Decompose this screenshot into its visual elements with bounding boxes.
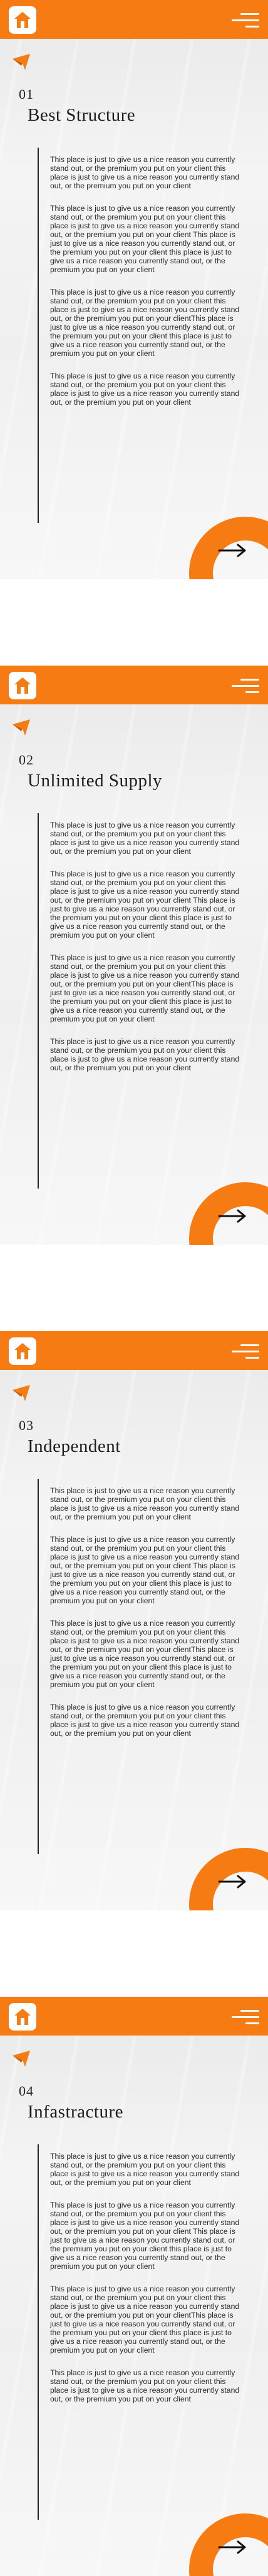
paragraph: This place is just to give us a nice rea… xyxy=(50,953,240,1023)
section-title: Best Structure xyxy=(28,105,136,125)
house-logo-icon[interactable] xyxy=(9,2003,36,2031)
next-arrow-icon[interactable] xyxy=(218,544,247,560)
accent-line xyxy=(38,148,39,523)
paragraph: This place is just to give us a nice rea… xyxy=(50,204,240,274)
next-arrow-icon[interactable] xyxy=(218,1875,247,1892)
paragraph: This place is just to give us a nice rea… xyxy=(50,1486,240,1521)
paragraph: This place is just to give us a nice rea… xyxy=(50,2201,240,2271)
paragraph: This place is just to give us a nice rea… xyxy=(50,870,240,940)
hamburger-menu-icon[interactable] xyxy=(232,11,259,30)
accent-line xyxy=(38,813,39,1189)
hamburger-menu-icon[interactable] xyxy=(232,677,259,696)
section-number: 03 xyxy=(19,1417,34,1433)
paragraph: This place is just to give us a nice rea… xyxy=(50,2152,240,2187)
paragraph: This place is just to give us a nice rea… xyxy=(50,1037,240,1072)
paragraph: This place is just to give us a nice rea… xyxy=(50,155,240,190)
paragraph: This place is just to give us a nice rea… xyxy=(50,372,240,407)
screen-best-structure: 01 Best Structure This place is just to … xyxy=(0,0,268,579)
paragraph: This place is just to give us a nice rea… xyxy=(50,288,240,358)
house-logo-icon[interactable] xyxy=(9,6,36,34)
app-header xyxy=(0,666,268,704)
section-number: 01 xyxy=(19,86,34,102)
screen-unlimited-supply: 02 Unlimited Supply This place is just t… xyxy=(0,666,268,1245)
back-arrow-icon[interactable] xyxy=(11,1384,33,1406)
app-header xyxy=(0,1997,268,2036)
section-number: 02 xyxy=(19,752,34,768)
paragraph: This place is just to give us a nice rea… xyxy=(50,1703,240,1738)
back-arrow-icon[interactable] xyxy=(11,53,33,74)
description: This place is just to give us a nice rea… xyxy=(50,1486,244,1752)
hamburger-menu-icon[interactable] xyxy=(232,2008,259,2027)
back-arrow-icon[interactable] xyxy=(11,718,33,740)
app-header xyxy=(0,0,268,39)
house-logo-icon[interactable] xyxy=(9,1337,36,1365)
house-logo-icon[interactable] xyxy=(9,672,36,699)
app-header xyxy=(0,1331,268,1370)
next-arrow-icon[interactable] xyxy=(218,1209,247,1226)
paragraph: This place is just to give us a nice rea… xyxy=(50,2284,240,2355)
description: This place is just to give us a nice rea… xyxy=(50,155,244,420)
screen-independent: 03 Independent This place is just to giv… xyxy=(0,1331,268,1910)
hamburger-menu-icon[interactable] xyxy=(232,1342,259,1361)
section-title: Independent xyxy=(28,1436,121,1456)
paragraph: This place is just to give us a nice rea… xyxy=(50,821,240,856)
paragraph: This place is just to give us a nice rea… xyxy=(50,1619,240,1689)
screen-infastracture: 04 Infastracture This place is just to g… xyxy=(0,1997,268,2576)
paragraph: This place is just to give us a nice rea… xyxy=(50,1535,240,1605)
section-number: 04 xyxy=(19,2083,34,2099)
paragraph: This place is just to give us a nice rea… xyxy=(50,2368,240,2403)
back-arrow-icon[interactable] xyxy=(11,2049,33,2071)
section-title: Infastracture xyxy=(28,2102,124,2122)
description: This place is just to give us a nice rea… xyxy=(50,2152,244,2417)
accent-line xyxy=(38,2144,39,2520)
next-arrow-icon[interactable] xyxy=(218,2540,247,2557)
description: This place is just to give us a nice rea… xyxy=(50,821,244,1086)
section-title: Unlimited Supply xyxy=(28,771,163,791)
accent-line xyxy=(38,1479,39,1854)
